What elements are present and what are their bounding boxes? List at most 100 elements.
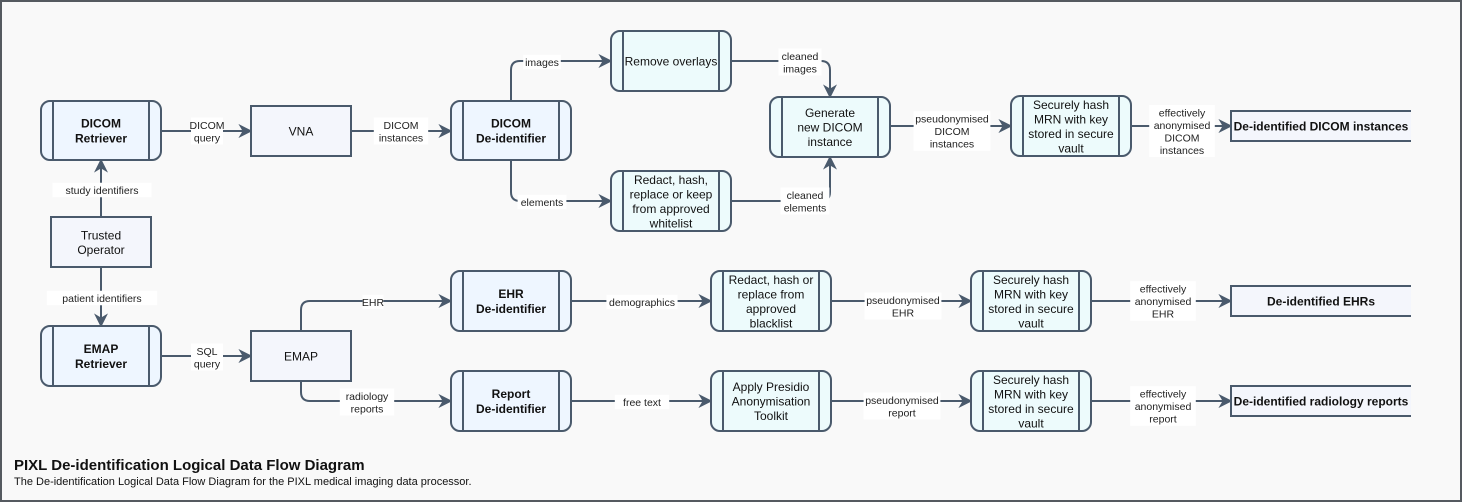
node-label: Remove overlays: [625, 55, 718, 69]
node-emap[interactable]: EMAP: [250, 330, 352, 382]
node-ehr-deidentifier[interactable]: EHRDe-identifier: [450, 270, 572, 332]
edge-label-demographics: demographics: [606, 294, 678, 310]
edge-label-text: images: [525, 57, 559, 69]
edge-label-free-text: free text: [614, 394, 670, 410]
node-trusted-operator[interactable]: TrustedOperator: [50, 216, 152, 268]
node-label: replace or keep: [630, 187, 713, 201]
node-label: De-identifier: [476, 302, 546, 316]
edge-label-text: anonymised: [1135, 401, 1192, 413]
diagram-subtitle: The De-identification Logical Data Flow …: [14, 476, 472, 488]
node-label: approved: [746, 302, 796, 316]
node-label: Securely hash: [1033, 98, 1109, 112]
process-box: [450, 270, 572, 332]
node-hash-mrn-ehr[interactable]: Securely hashMRN with keystored in secur…: [970, 270, 1092, 332]
edge-label-pseudonymised-report: pseudonymisedreport: [863, 392, 941, 420]
node-vna[interactable]: VNA: [250, 105, 352, 157]
node-label: Anonymisation: [732, 395, 811, 409]
edge-label-text: report: [1149, 414, 1177, 426]
edge-label-text: instances: [379, 132, 423, 144]
node-label: MRN with key: [994, 287, 1068, 301]
node-remove-overlays[interactable]: Remove overlays: [610, 30, 732, 92]
node-label: Operator: [77, 243, 124, 257]
node-store-ehr[interactable]: De-identified EHRs: [1230, 285, 1411, 317]
edge-label-text: instances: [1160, 145, 1204, 157]
node-label: Generate: [805, 106, 855, 120]
edge-label-text: effectively: [1140, 284, 1187, 296]
node-label: Retriever: [75, 132, 127, 146]
edge-label-text: report: [888, 407, 916, 419]
caption: PIXL De-identification Logical Data Flow…: [14, 457, 472, 490]
edge-label-study-identifiers: study identifiers: [52, 182, 152, 198]
data-flow-diagram: DICOMRetriever VNADICOMDe-identifierRemov…: [40, 30, 1411, 432]
edge-label-text: study identifiers: [66, 185, 139, 197]
node-report-deidentifier[interactable]: ReportDe-identifier: [450, 370, 572, 432]
node-label: Report: [492, 387, 531, 401]
node-hash-mrn-dicom[interactable]: Securely hashMRN with keystored in secur…: [1010, 95, 1132, 157]
node-store-reports[interactable]: De-identified radiology reports: [1230, 385, 1411, 417]
node-label: Trusted: [81, 228, 121, 242]
edge-label-sql-query: SQLquery: [191, 343, 223, 371]
node-generate-dicom[interactable]: Generatenew DICOMinstance: [769, 96, 891, 158]
edge-label-text: effectively: [1159, 107, 1206, 119]
edge-label-elements: elements: [517, 194, 567, 210]
node-label: Redact, hash or: [729, 273, 814, 287]
node-label: blacklist: [750, 316, 793, 330]
node-label: stored in secure: [988, 302, 1074, 316]
edge-label-dicom-instances: DICOMinstances: [373, 117, 429, 145]
edge-label-text: reports: [351, 403, 384, 415]
node-label: Securely hash: [993, 373, 1069, 387]
node-label: Toolkit: [754, 409, 789, 423]
edge-label-text: anonymised: [1135, 296, 1192, 308]
node-label: Retriever: [75, 357, 127, 371]
edge-label-text: anonymised: [1154, 120, 1211, 132]
edge-label-images: images: [523, 54, 561, 70]
node-emap-retriever[interactable]: EMAPRetriever: [40, 325, 162, 387]
edge-label-text: free text: [623, 397, 661, 409]
edge-label-text: patient identifiers: [62, 293, 141, 305]
node-label: MRN with key: [1034, 112, 1108, 126]
node-store-dicom[interactable]: De-identified DICOM instances: [1230, 110, 1411, 142]
edge-label-text: DICOM: [1165, 132, 1200, 144]
process-box: [450, 370, 572, 432]
node-label: EMAP: [284, 350, 318, 364]
edge-label-text: query: [194, 358, 221, 370]
node-label: Securely hash: [993, 273, 1069, 287]
edge-label-cleaned-elements: cleanedelements: [780, 187, 830, 215]
node-dicom-deidentifier[interactable]: DICOMDe-identifier: [450, 100, 572, 161]
node-label: Redact, hash,: [634, 173, 708, 187]
node-label: De-identified DICOM instances: [1234, 120, 1409, 134]
process-box: [40, 325, 162, 387]
edge-label-text: EHR: [1152, 309, 1175, 321]
node-label: stored in secure: [988, 402, 1074, 416]
node-label: vault: [1018, 416, 1044, 430]
edge-label-pseudonymised-ehr: pseudonymisedEHR: [864, 292, 942, 320]
node-label: De-identified EHRs: [1267, 295, 1375, 309]
edge-label-text: cleaned: [782, 51, 819, 63]
edge-label-text: query: [194, 132, 221, 144]
node-redact-blacklist[interactable]: Redact, hash orreplace fromapprovedblack…: [710, 270, 832, 332]
edge-label-text: pseudonymised: [915, 114, 989, 126]
node-label: from approved: [632, 202, 709, 216]
edge-label-text: radiology: [346, 391, 389, 403]
node-label: vault: [1018, 316, 1044, 330]
edge-label-cleaned-images: cleanedimages: [778, 48, 822, 76]
node-label: replace from: [738, 287, 805, 301]
node-label: EHR: [498, 287, 524, 301]
process-box: [40, 100, 162, 161]
edge-label-anonymised-report: effectivelyanonymisedreport: [1130, 386, 1196, 426]
node-label: vault: [1058, 141, 1084, 155]
edge-label-text: DICOM: [384, 120, 419, 132]
node-presidio[interactable]: Apply PresidioAnonymisationToolkit: [710, 370, 832, 432]
node-redact-whitelist[interactable]: Redact, hash,replace or keepfrom approve…: [610, 170, 732, 232]
node-label: De-identifier: [476, 132, 546, 146]
edge-label-text: effectively: [1140, 389, 1187, 401]
process-box: [450, 100, 572, 161]
node-label: DICOM: [81, 117, 121, 131]
edge-label-text: SQL: [196, 346, 217, 358]
node-dicom-retriever[interactable]: DICOMRetriever: [40, 100, 162, 161]
node-hash-mrn-report[interactable]: Securely hashMRN with keystored in secur…: [970, 370, 1092, 432]
diagram-title: PIXL De-identification Logical Data Flow…: [14, 457, 365, 474]
edge-label-text: DICOM: [190, 120, 225, 132]
edge-label-dicom-query: DICOMquery: [190, 117, 225, 145]
node-label: instance: [808, 135, 853, 149]
